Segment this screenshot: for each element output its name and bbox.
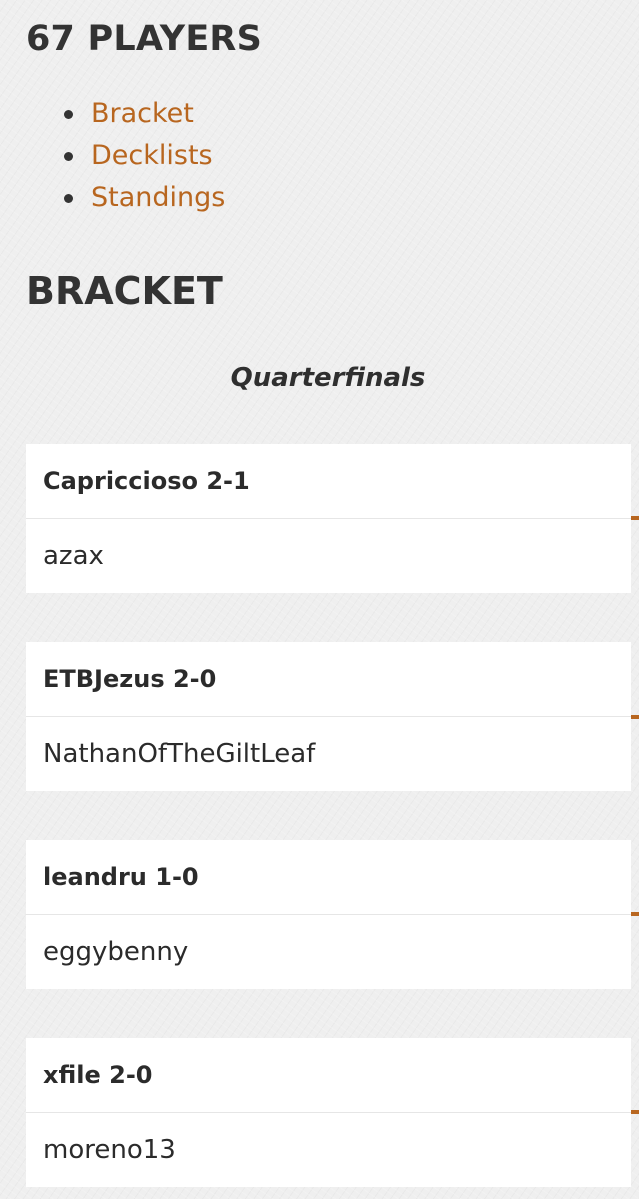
match-loser: NathanOfTheGiltLeaf (43, 739, 316, 769)
bullet-icon (64, 152, 73, 161)
match-winner: xfile 2-0 (43, 1061, 153, 1089)
match-loser: azax (43, 541, 104, 571)
match-loser: eggybenny (43, 937, 189, 967)
round-title: Quarterfinals (230, 363, 426, 393)
bracket-heading: BRACKET (26, 269, 223, 313)
match-winner: ETBJezus 2-0 (43, 665, 217, 693)
match-card: leandru 1-0 eggybenny (26, 840, 631, 989)
bracket-connector (631, 715, 639, 719)
players-count-heading: 67 PLAYERS (26, 19, 262, 59)
bracket-connector (631, 1110, 639, 1114)
match-card: ETBJezus 2-0 NathanOfTheGiltLeaf (26, 642, 631, 791)
bracket-connector (631, 516, 639, 520)
match-winner: Capriccioso 2-1 (43, 467, 250, 495)
bullet-icon (64, 194, 73, 203)
nav-item-decklists: Decklists (64, 137, 225, 179)
nav-item-bracket: Bracket (64, 95, 225, 137)
match-card: xfile 2-0 moreno13 (26, 1038, 631, 1187)
bullet-icon (64, 110, 73, 119)
match-card: Capriccioso 2-1 azax (26, 444, 631, 593)
section-nav: Bracket Decklists Standings (64, 95, 225, 221)
match-loser: moreno13 (43, 1135, 176, 1165)
decklists-link[interactable]: Decklists (91, 140, 213, 171)
match-winner: leandru 1-0 (43, 863, 199, 891)
bracket-connector (631, 912, 639, 916)
nav-item-standings: Standings (64, 179, 225, 221)
standings-link[interactable]: Standings (91, 182, 225, 213)
bracket-link[interactable]: Bracket (91, 98, 194, 129)
